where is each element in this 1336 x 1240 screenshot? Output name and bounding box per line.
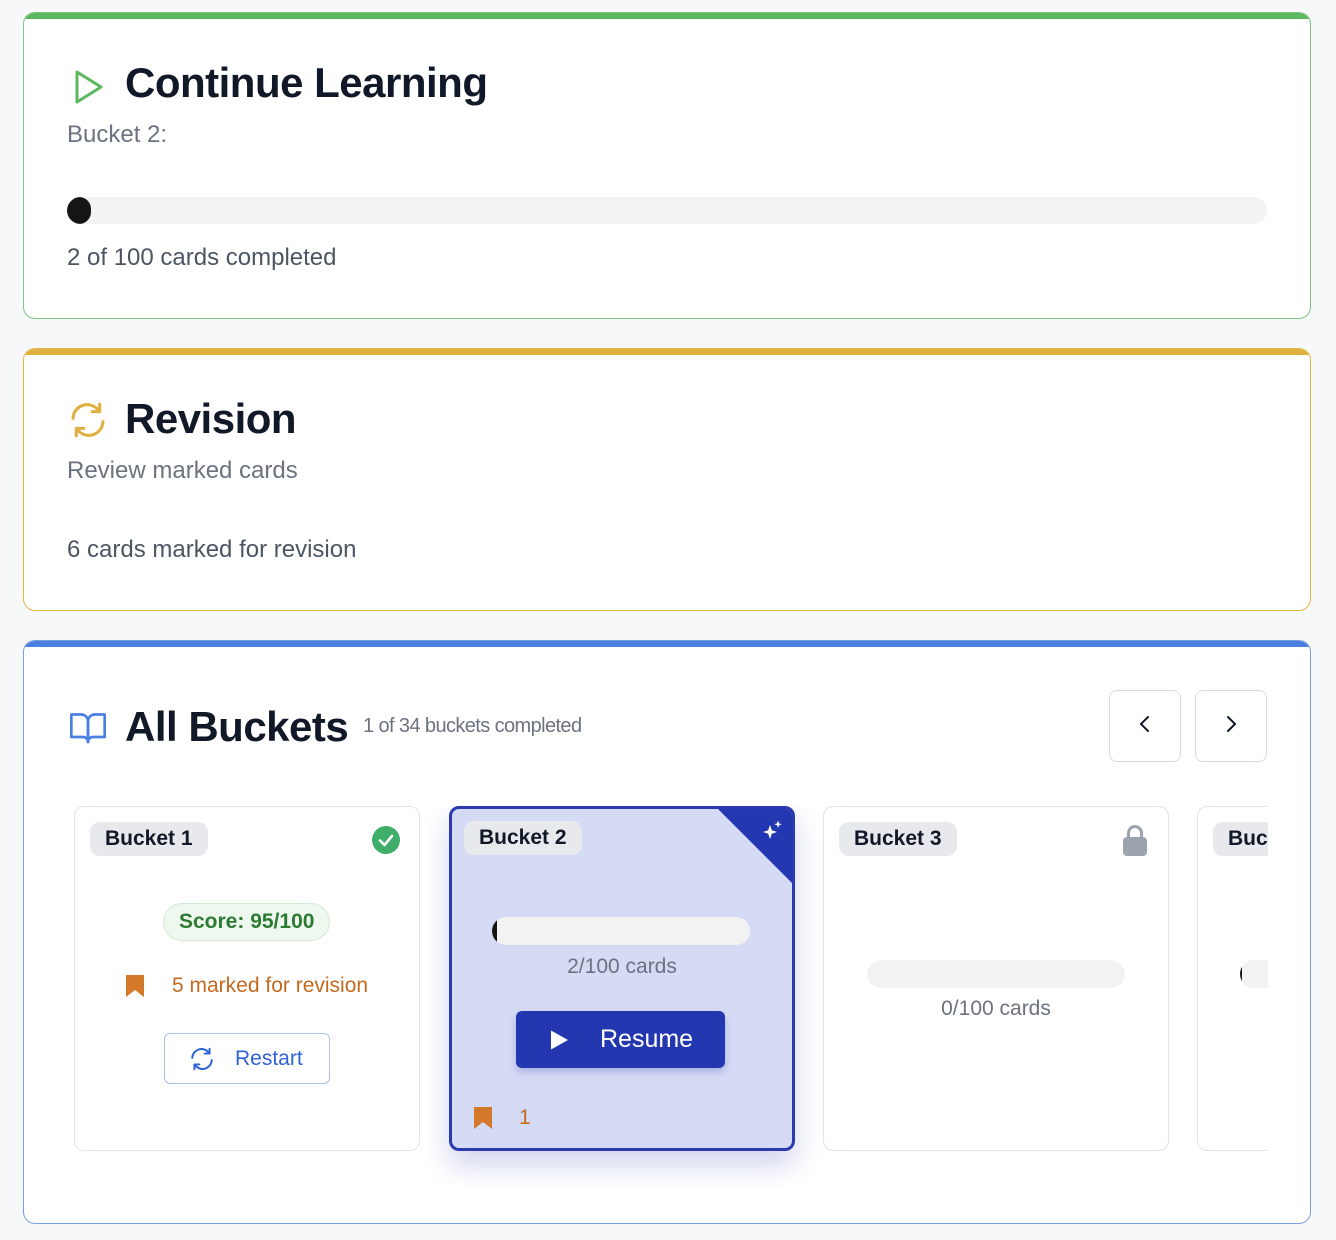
all-buckets-card: All Buckets 1 of 34 buckets completed Bu… xyxy=(23,640,1311,1224)
prev-button[interactable] xyxy=(1109,690,1181,762)
bucket-card[interactable]: Bucket 1 Score: 95/100 5 marked for revi… xyxy=(74,806,420,1151)
buckets-completed-count: 1 of 34 buckets completed xyxy=(363,715,582,737)
continue-progress-fill xyxy=(67,197,91,224)
continue-accent-bar xyxy=(24,13,1310,19)
marked-text: 5 marked for revision xyxy=(172,974,369,997)
bucket-progress-bar xyxy=(867,960,1125,988)
bucket-card-locked: Bucket 3 0/100 cards xyxy=(823,806,1169,1151)
bucket-name: Bucket 4 xyxy=(1213,822,1268,856)
continue-subtitle: Bucket 2: xyxy=(67,121,168,148)
bucket-progress-fill xyxy=(492,917,498,945)
continue-learning-card[interactable]: Continue Learning Bucket 2: 2 of 100 car… xyxy=(23,12,1311,319)
continue-progress-text: 2 of 100 cards completed xyxy=(67,244,337,271)
bucket-card-active[interactable]: Bucket 2 2/100 cards Resume 1 xyxy=(449,806,795,1151)
revision-subtitle: Review marked cards xyxy=(67,457,298,484)
bookmark-icon xyxy=(124,973,146,999)
bucket-cards-count: 0/100 cards xyxy=(941,997,1051,1020)
next-button[interactable] xyxy=(1195,690,1267,762)
refresh-icon xyxy=(68,400,108,440)
marked-count: 1 xyxy=(472,1105,531,1131)
bucket-name: Bucket 3 xyxy=(839,822,957,856)
refresh-icon xyxy=(189,1046,215,1072)
bucket-progress-bar xyxy=(492,917,750,945)
lock-icon xyxy=(1120,823,1150,857)
check-circle-icon xyxy=(371,825,401,855)
play-outline-icon xyxy=(68,67,108,107)
revision-marked-text: 6 cards marked for revision xyxy=(67,536,357,563)
chevron-right-icon xyxy=(1219,712,1243,741)
sparkles-icon xyxy=(760,819,784,843)
restart-button[interactable]: Restart xyxy=(164,1033,330,1084)
play-icon xyxy=(548,1029,570,1051)
buckets-carousel[interactable]: Bucket 1 Score: 95/100 5 marked for revi… xyxy=(74,806,1268,1186)
bucket-progress-bar xyxy=(1240,960,1268,988)
bucket-name: Bucket 1 xyxy=(90,822,208,856)
resume-button[interactable]: Resume xyxy=(516,1011,725,1068)
buckets-accent-bar xyxy=(24,641,1310,647)
book-open-icon xyxy=(68,707,108,747)
bucket-name: Bucket 2 xyxy=(464,821,582,855)
revision-accent-bar xyxy=(24,349,1310,355)
bucket-card-partial[interactable]: Bucket 4 xyxy=(1197,806,1268,1151)
resume-label: Resume xyxy=(600,1025,694,1053)
bookmark-icon xyxy=(472,1105,494,1131)
continue-progress-bar xyxy=(67,197,1267,224)
continue-title: Continue Learning xyxy=(125,59,488,106)
score-badge: Score: 95/100 xyxy=(163,903,331,941)
bucket-progress-fill xyxy=(1240,960,1242,988)
marked-for-revision: 5 marked for revision xyxy=(124,973,368,999)
all-buckets-title: All Buckets xyxy=(125,703,349,750)
marked-count-value: 1 xyxy=(519,1106,531,1129)
restart-label: Restart xyxy=(235,1046,303,1070)
revision-title: Revision xyxy=(125,395,297,442)
bucket-cards-count: 2/100 cards xyxy=(567,955,677,978)
revision-card[interactable]: Revision Review marked cards 6 cards mar… xyxy=(23,348,1311,611)
chevron-left-icon xyxy=(1133,712,1157,741)
